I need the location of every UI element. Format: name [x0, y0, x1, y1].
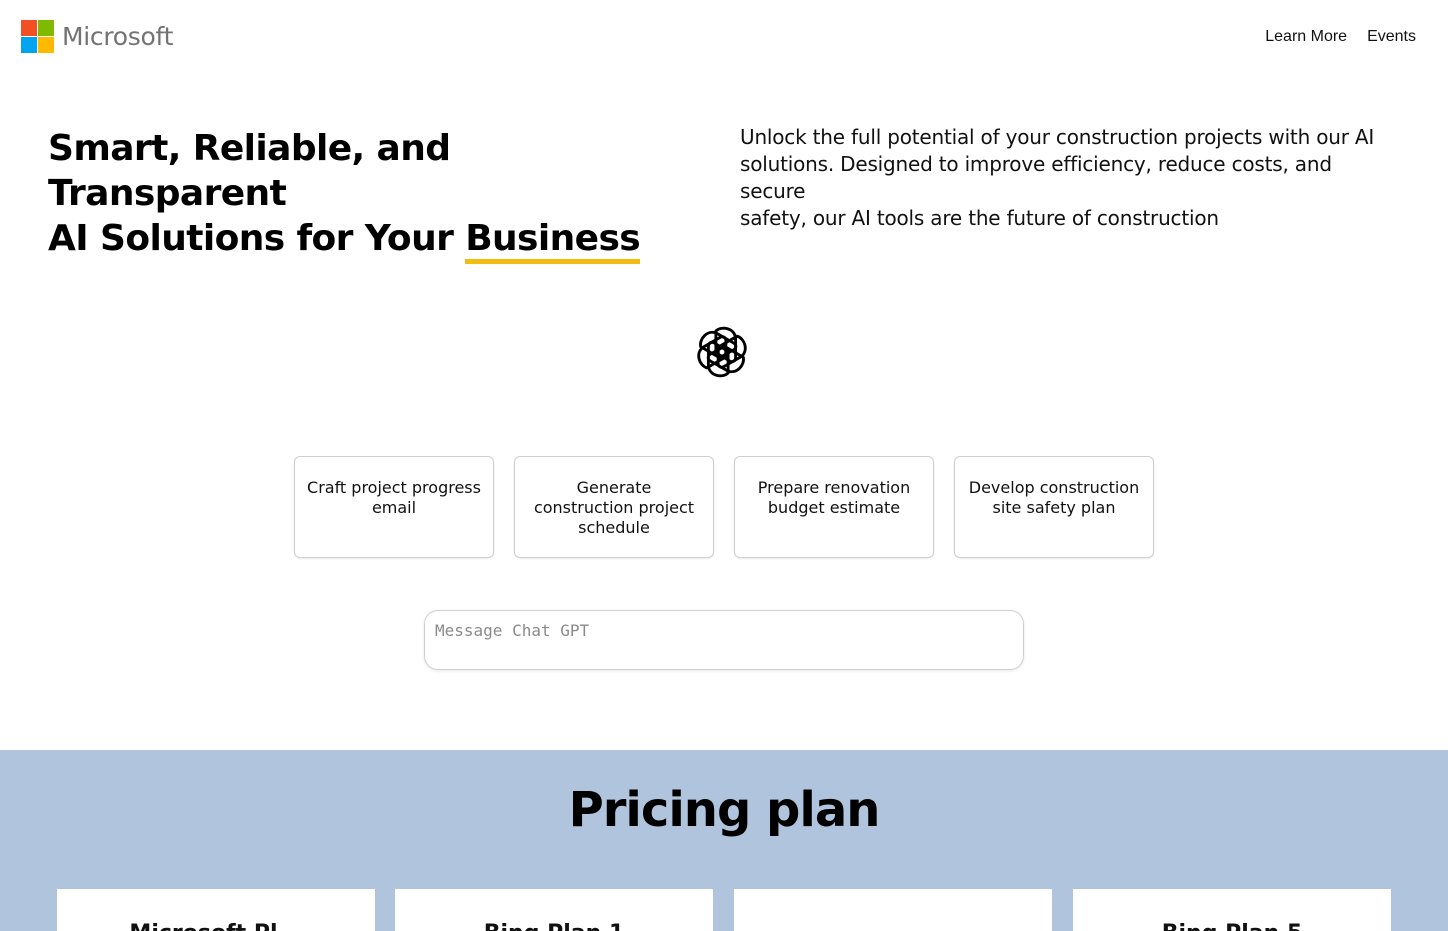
hero-title-line1: Smart, Reliable, and Transparent [48, 128, 451, 214]
plan-card-title: Bing Plan 5 [1162, 921, 1303, 931]
plan-card[interactable]: Microsoft Pl... [57, 889, 375, 931]
plan-card[interactable]: ... [734, 889, 1052, 931]
hero-description-line: safety, our AI tools are the future of c… [740, 206, 1219, 230]
plan-card[interactable]: Bing Plan 5 [1073, 889, 1391, 931]
nav-learn-more[interactable]: Learn More [1265, 28, 1347, 46]
top-bar: Microsoft Learn More Events [0, 0, 1448, 76]
top-nav: Learn More Events [1265, 28, 1416, 46]
plan-card-title: Bing Plan 1 [484, 921, 625, 931]
pricing-title: Pricing plan [568, 782, 881, 838]
plan-card-title: ... [880, 921, 905, 931]
hero-title-line2: AI Solutions for Your [48, 218, 466, 259]
hero-title-highlight: Business [465, 219, 641, 264]
plan-card-title: Microsoft Pl... [129, 921, 302, 931]
microsoft-squares-icon [21, 20, 54, 53]
message-input[interactable] [424, 610, 1024, 670]
hero-description: Unlock the full potential of your constr… [740, 124, 1400, 232]
nav-events[interactable]: Events [1367, 28, 1416, 46]
suggestion-card-progress-email[interactable]: Craft project progress email [294, 456, 494, 558]
suggestion-list: Craft project progress email Generate co… [294, 456, 1154, 558]
hero-title: Smart, Reliable, and Transparent AI Solu… [48, 126, 688, 264]
suggestion-card-safety-plan[interactable]: Develop construction site safety plan [954, 456, 1154, 558]
suggestion-card-project-schedule[interactable]: Generate construction project schedule [514, 456, 714, 558]
suggestion-card-budget-estimate[interactable]: Prepare renovation budget estimate [734, 456, 934, 558]
plan-card[interactable]: Bing Plan 1 [395, 889, 713, 931]
brand-name: Microsoft [62, 22, 174, 51]
hero-description-line: Unlock the full potential of your constr… [740, 125, 1375, 203]
pricing-section: Pricing plan Microsoft Pl... Bing Plan 1… [0, 750, 1448, 931]
microsoft-logo[interactable]: Microsoft [21, 20, 173, 53]
openai-icon [697, 326, 747, 378]
